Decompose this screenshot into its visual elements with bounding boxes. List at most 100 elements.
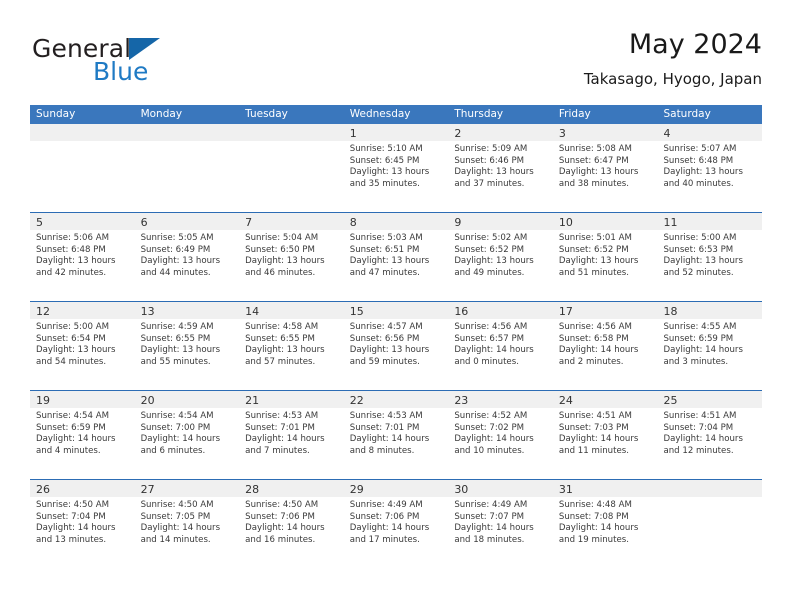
day-number-band xyxy=(239,124,344,141)
day-cell[interactable]: 5 Sunrise: 5:06 AM Sunset: 6:48 PM Dayli… xyxy=(30,213,135,301)
day-number-band: 1 xyxy=(343,124,449,141)
day-cell[interactable]: 4 Sunrise: 5:07 AM Sunset: 6:48 PM Dayli… xyxy=(657,124,763,212)
day-cell[interactable]: 2 Sunrise: 5:09 AM Sunset: 6:46 PM Dayli… xyxy=(448,124,553,212)
daylight-text-line2: and 0 minutes. xyxy=(454,356,519,367)
day-number: 26 xyxy=(36,483,50,496)
day-number-band: 28 xyxy=(239,480,344,497)
sunrise-text: Sunrise: 4:57 AM xyxy=(349,322,423,332)
daylight-text-line2: and 8 minutes. xyxy=(349,445,415,456)
sunset-text: Sunset: 6:48 PM xyxy=(663,155,734,166)
day-info: Sunrise: 5:05 AM Sunset: 6:49 PM Dayligh… xyxy=(135,230,240,279)
day-cell[interactable]: 25 Sunrise: 4:51 AM Sunset: 7:04 PM Dayl… xyxy=(657,391,763,479)
day-cell[interactable]: 29 Sunrise: 4:49 AM Sunset: 7:06 PM Dayl… xyxy=(343,480,449,568)
daylight-text-line2: and 59 minutes. xyxy=(349,356,420,367)
weekday-header-row: Sunday Monday Tuesday Wednesday Thursday… xyxy=(30,105,762,124)
day-cell[interactable]: 19 Sunrise: 4:54 AM Sunset: 6:59 PM Dayl… xyxy=(30,391,135,479)
day-cell[interactable]: 15 Sunrise: 4:57 AM Sunset: 6:56 PM Dayl… xyxy=(343,302,449,390)
sunrise-text: Sunrise: 4:51 AM xyxy=(663,411,737,421)
day-number-band: 3 xyxy=(552,124,658,141)
day-number: 7 xyxy=(245,216,253,229)
day-cell[interactable] xyxy=(657,480,763,568)
day-cell[interactable]: 22 Sunrise: 4:53 AM Sunset: 7:01 PM Dayl… xyxy=(343,391,449,479)
sunset-text: Sunset: 7:01 PM xyxy=(349,422,420,433)
day-cell[interactable]: 10 Sunrise: 5:01 AM Sunset: 6:52 PM Dayl… xyxy=(552,213,658,301)
sunrise-text: Sunrise: 5:05 AM xyxy=(140,233,214,243)
day-cell[interactable] xyxy=(134,124,240,212)
daylight-text-line2: and 4 minutes. xyxy=(36,445,101,456)
sunset-text: Sunset: 6:53 PM xyxy=(663,244,734,255)
day-number-band: 7 xyxy=(239,213,344,230)
day-number: 21 xyxy=(245,394,260,407)
sunrise-text: Sunrise: 4:53 AM xyxy=(245,411,319,421)
daylight-text-line2: and 16 minutes. xyxy=(245,534,316,545)
weekday-header-sunday: Sunday xyxy=(36,108,76,120)
day-info: Sunrise: 5:04 AM Sunset: 6:50 PM Dayligh… xyxy=(239,230,344,279)
sunrise-text: Sunrise: 4:56 AM xyxy=(454,322,528,332)
day-cell[interactable]: 26 Sunrise: 4:50 AM Sunset: 7:04 PM Dayl… xyxy=(30,480,135,568)
day-number: 20 xyxy=(140,394,155,407)
day-info: Sunrise: 4:51 AM Sunset: 7:04 PM Dayligh… xyxy=(657,408,762,457)
daylight-text-line2: and 35 minutes. xyxy=(349,178,420,189)
sunset-text: Sunset: 6:51 PM xyxy=(349,244,420,255)
day-cell[interactable]: 13 Sunrise: 4:59 AM Sunset: 6:55 PM Dayl… xyxy=(134,302,240,390)
day-info: Sunrise: 4:53 AM Sunset: 7:01 PM Dayligh… xyxy=(344,408,449,457)
daylight-text-line1: Daylight: 13 hours xyxy=(454,167,534,178)
daylight-text-line1: Daylight: 14 hours xyxy=(663,345,743,356)
day-number: 27 xyxy=(140,483,155,496)
day-cell[interactable] xyxy=(30,124,135,212)
sunrise-text: Sunrise: 4:49 AM xyxy=(349,500,423,510)
day-cell[interactable]: 27 Sunrise: 4:50 AM Sunset: 7:05 PM Dayl… xyxy=(134,480,240,568)
day-cell[interactable]: 20 Sunrise: 4:54 AM Sunset: 7:00 PM Dayl… xyxy=(134,391,240,479)
day-cell[interactable]: 16 Sunrise: 4:56 AM Sunset: 6:57 PM Dayl… xyxy=(448,302,553,390)
day-cell[interactable]: 12 Sunrise: 5:00 AM Sunset: 6:54 PM Dayl… xyxy=(30,302,135,390)
day-cell[interactable]: 31 Sunrise: 4:48 AM Sunset: 7:08 PM Dayl… xyxy=(552,480,658,568)
day-cell[interactable]: 7 Sunrise: 5:04 AM Sunset: 6:50 PM Dayli… xyxy=(239,213,344,301)
day-cell[interactable]: 9 Sunrise: 5:02 AM Sunset: 6:52 PM Dayli… xyxy=(448,213,553,301)
daylight-text-line2: and 40 minutes. xyxy=(663,178,734,189)
sunset-text: Sunset: 6:52 PM xyxy=(454,244,525,255)
sunrise-text: Sunrise: 4:59 AM xyxy=(140,322,214,332)
sunset-text: Sunset: 7:07 PM xyxy=(454,511,525,522)
daylight-text-line2: and 54 minutes. xyxy=(36,356,107,367)
weekday-header-monday: Monday xyxy=(140,108,183,120)
daylight-text-line1: Daylight: 14 hours xyxy=(558,434,639,445)
weekday-header-tuesday: Tuesday xyxy=(245,108,288,120)
day-cell[interactable]: 6 Sunrise: 5:05 AM Sunset: 6:49 PM Dayli… xyxy=(134,213,240,301)
day-cell[interactable]: 1 Sunrise: 5:10 AM Sunset: 6:45 PM Dayli… xyxy=(343,124,449,212)
sunrise-text: Sunrise: 4:58 AM xyxy=(245,322,319,332)
page-subtitle: Takasago, Hyogo, Japan xyxy=(583,70,762,88)
brand-logo[interactable]: General Blue xyxy=(32,34,262,94)
day-cell[interactable]: 17 Sunrise: 4:56 AM Sunset: 6:58 PM Dayl… xyxy=(552,302,658,390)
day-number-band: 11 xyxy=(657,213,763,230)
day-number: 1 xyxy=(349,127,357,140)
day-cell[interactable]: 30 Sunrise: 4:49 AM Sunset: 7:07 PM Dayl… xyxy=(448,480,553,568)
daylight-text-line2: and 10 minutes. xyxy=(454,445,525,456)
day-cell[interactable]: 24 Sunrise: 4:51 AM Sunset: 7:03 PM Dayl… xyxy=(552,391,658,479)
sunrise-text: Sunrise: 4:48 AM xyxy=(558,500,632,510)
day-cell[interactable]: 8 Sunrise: 5:03 AM Sunset: 6:51 PM Dayli… xyxy=(343,213,449,301)
sunset-text: Sunset: 6:48 PM xyxy=(36,244,106,255)
day-number: 28 xyxy=(245,483,260,496)
day-cell[interactable]: 11 Sunrise: 5:00 AM Sunset: 6:53 PM Dayl… xyxy=(657,213,763,301)
calendar-page: General Blue May 2024 Takasago, Hyogo, J… xyxy=(0,0,792,612)
daylight-text-line1: Daylight: 13 hours xyxy=(36,345,116,356)
day-cell[interactable] xyxy=(239,124,344,212)
daylight-text-line1: Daylight: 14 hours xyxy=(454,345,534,356)
day-number: 31 xyxy=(558,483,573,496)
day-cell[interactable]: 14 Sunrise: 4:58 AM Sunset: 6:55 PM Dayl… xyxy=(239,302,344,390)
day-cell[interactable]: 3 Sunrise: 5:08 AM Sunset: 6:47 PM Dayli… xyxy=(552,124,658,212)
weekday-header-friday: Friday xyxy=(558,108,591,120)
day-number: 3 xyxy=(558,127,566,140)
day-info: Sunrise: 4:55 AM Sunset: 6:59 PM Dayligh… xyxy=(657,319,762,368)
day-cell[interactable]: 21 Sunrise: 4:53 AM Sunset: 7:01 PM Dayl… xyxy=(239,391,344,479)
day-cell[interactable]: 28 Sunrise: 4:50 AM Sunset: 7:06 PM Dayl… xyxy=(239,480,344,568)
day-info: Sunrise: 4:54 AM Sunset: 6:59 PM Dayligh… xyxy=(30,408,135,457)
day-number-band: 31 xyxy=(552,480,658,497)
day-number-band: 6 xyxy=(134,213,240,230)
day-number-band: 25 xyxy=(657,391,763,408)
sunset-text: Sunset: 7:05 PM xyxy=(140,511,211,522)
day-number: 10 xyxy=(558,216,573,229)
day-number: 18 xyxy=(663,305,678,318)
day-cell[interactable]: 23 Sunrise: 4:52 AM Sunset: 7:02 PM Dayl… xyxy=(448,391,553,479)
day-cell[interactable]: 18 Sunrise: 4:55 AM Sunset: 6:59 PM Dayl… xyxy=(657,302,763,390)
